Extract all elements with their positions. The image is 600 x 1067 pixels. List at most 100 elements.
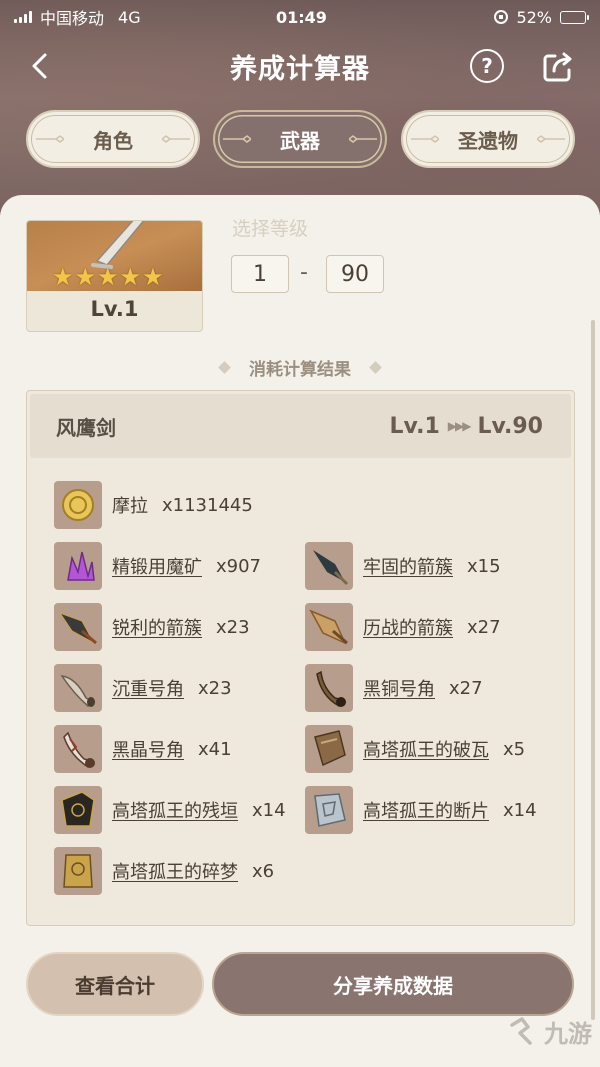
material-name[interactable]: 高塔孤王的碎梦 — [112, 858, 238, 884]
material-item[interactable]: 摩拉 x1131445 — [54, 480, 253, 530]
material-item[interactable]: 历战的箭簇 x27 — [305, 602, 501, 652]
broken-wall-icon — [54, 786, 102, 834]
tile-fragment-icon — [305, 725, 353, 773]
material-item[interactable]: 高塔孤王的破瓦 x5 — [305, 724, 525, 774]
share-data-label: 分享养成数据 — [333, 973, 453, 998]
level-range-to: Lv.90 — [477, 413, 543, 439]
ornament-icon — [537, 135, 565, 143]
section-title-text: 消耗计算结果 — [249, 359, 351, 380]
watermark: 九游 — [506, 1014, 592, 1049]
sharp-arrowhead-icon — [54, 603, 102, 651]
watermark-logo-icon — [510, 1016, 532, 1045]
material-name[interactable]: 历战的箭簇 — [363, 614, 453, 640]
material-name[interactable]: 高塔孤王的断片 — [363, 797, 489, 823]
share-data-button[interactable]: 分享养成数据 — [212, 952, 574, 1016]
diamond-icon — [369, 360, 382, 374]
weapon-name: 风鹰剑 — [56, 415, 116, 440]
level-select-label: 选择等级 — [232, 218, 309, 240]
material-quantity: x907 — [216, 555, 262, 577]
tab-artifact[interactable]: 圣遗物 — [401, 110, 575, 168]
material-item[interactable]: 高塔孤王的碎梦 x6 — [54, 846, 274, 896]
material-item[interactable]: 精锻用魔矿 x907 — [54, 541, 261, 591]
tab-weapon[interactable]: 武器 — [213, 110, 387, 168]
material-quantity: x6 — [252, 860, 275, 882]
tab-label: 角色 — [93, 128, 133, 153]
material-name[interactable]: 沉重号角 — [112, 675, 184, 701]
arrows-icon: ▶▶▶ — [447, 419, 472, 433]
material-item[interactable]: 黑晶号角 x41 — [54, 724, 232, 774]
level-range-from: Lv.1 — [389, 413, 440, 439]
ornament-icon — [223, 135, 251, 143]
material-quantity: x14 — [252, 799, 286, 821]
chevron-left-icon[interactable] — [26, 52, 54, 80]
material-name[interactable]: 牢固的箭簇 — [363, 553, 453, 579]
black-bronze-horn-icon — [305, 664, 353, 712]
scrollbar[interactable] — [591, 320, 595, 1020]
material-item[interactable]: 沉重号角 x23 — [54, 663, 232, 713]
diamond-icon — [218, 360, 231, 374]
material-name[interactable]: 锐利的箭簇 — [112, 614, 202, 640]
material-item[interactable]: 黑铜号角 x27 — [305, 663, 483, 713]
ornament-icon — [162, 135, 190, 143]
material-name[interactable]: 高塔孤王的残垣 — [112, 797, 238, 823]
level-to-value: 90 — [341, 261, 369, 287]
mora-coin-icon — [54, 481, 102, 529]
clock: 01:49 — [276, 7, 327, 27]
status-left: 中国移动 4G — [14, 5, 141, 29]
battery-percent: 52% — [516, 7, 552, 27]
page-title: 养成计算器 — [230, 53, 370, 85]
black-crystal-horn-icon — [54, 725, 102, 773]
carrier-label: 中国移动 — [40, 9, 105, 28]
level-to-input[interactable]: 90 — [326, 255, 384, 293]
level-range: Lv.1 ▶▶▶ Lv.90 — [390, 414, 543, 439]
star-icon: ★ — [74, 263, 97, 291]
level-dash: - — [300, 260, 308, 285]
rotation-lock-icon — [494, 10, 509, 24]
material-name: 摩拉 — [112, 496, 148, 517]
mystic-ore-icon — [54, 542, 102, 590]
ornament-icon — [349, 135, 377, 143]
firm-arrowhead-icon — [305, 542, 353, 590]
tab-label: 武器 — [280, 128, 320, 153]
tab-label: 圣遗物 — [458, 128, 518, 153]
material-item[interactable]: 高塔孤王的断片 x14 — [305, 785, 537, 835]
material-quantity: x27 — [467, 616, 501, 638]
rarity-stars: ★ ★ ★ ★ ★ — [52, 263, 164, 291]
view-total-button[interactable]: 查看合计 — [26, 952, 204, 1016]
ornament-icon — [411, 135, 439, 143]
battery-icon — [560, 10, 589, 24]
material-item[interactable]: 高塔孤王的残垣 x14 — [54, 785, 286, 835]
heavy-horn-icon — [54, 664, 102, 712]
network-label: 4G — [118, 7, 141, 27]
weapon-level: Lv.1 — [90, 297, 139, 321]
broken-dream-icon — [54, 847, 102, 895]
status-right: 52% — [494, 7, 589, 27]
material-quantity: x14 — [503, 799, 537, 821]
view-total-label: 查看合计 — [75, 973, 155, 998]
category-tabs: 角色 武器 圣遗物 — [0, 110, 600, 168]
weapon-card[interactable]: ★ ★ ★ ★ ★ Lv.1 — [26, 220, 203, 332]
material-item[interactable]: 锐利的箭簇 x23 — [54, 602, 250, 652]
material-quantity: x15 — [467, 555, 501, 577]
material-quantity: x1131445 — [162, 494, 253, 516]
help-button[interactable]: ? — [470, 49, 504, 83]
material-name[interactable]: 黑晶号角 — [112, 736, 184, 762]
nav-bar: 养成计算器 ? — [0, 38, 600, 94]
material-name[interactable]: 黑铜号角 — [363, 675, 435, 701]
signal-icon — [14, 11, 32, 23]
material-name[interactable]: 精锻用魔矿 — [112, 553, 202, 579]
watermark-text: 九游 — [544, 1020, 592, 1048]
result-header: 风鹰剑 Lv.1 ▶▶▶ Lv.90 — [30, 394, 571, 458]
section-title: 消耗计算结果 — [0, 354, 600, 380]
star-icon: ★ — [52, 263, 74, 291]
material-quantity: x41 — [198, 738, 232, 760]
help-label: ? — [481, 54, 493, 78]
ornament-icon — [36, 135, 64, 143]
tab-character[interactable]: 角色 — [26, 110, 200, 168]
material-name[interactable]: 高塔孤王的破瓦 — [363, 736, 489, 762]
material-item[interactable]: 牢固的箭簇 x15 — [305, 541, 501, 591]
material-quantity: x5 — [503, 738, 526, 760]
star-icon: ★ — [142, 263, 164, 291]
level-from-input[interactable]: 1 — [231, 255, 289, 293]
share-icon[interactable] — [540, 49, 576, 85]
